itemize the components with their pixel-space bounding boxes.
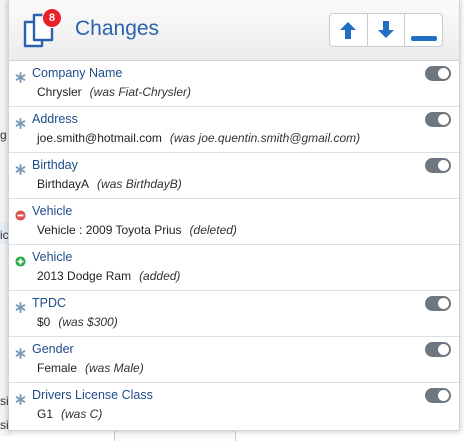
asterisk-icon: [15, 116, 26, 129]
change-detail: Female (was Male): [37, 361, 144, 375]
change-field-label: Company Name: [32, 66, 123, 80]
change-row: Gender Female (was Male): [9, 337, 459, 383]
move-down-button[interactable]: [368, 14, 406, 46]
change-field-label: Drivers License Class: [32, 388, 153, 402]
change-field-label: Vehicle: [32, 250, 73, 264]
accept-change-toggle[interactable]: [425, 342, 451, 357]
change-field-label: Gender: [32, 342, 74, 356]
accept-change-toggle[interactable]: [425, 388, 451, 403]
change-previous-value: (deleted): [189, 223, 237, 237]
change-new-value: G1: [37, 407, 54, 421]
change-previous-value: (was Fiat-Chrysler): [89, 85, 192, 99]
accept-change-toggle[interactable]: [425, 296, 451, 311]
asterisk-icon: [15, 70, 26, 83]
toggle-knob: [438, 68, 449, 79]
change-detail: $0 (was $300): [37, 315, 118, 329]
changes-list: Company Name Chrysler (was Fiat-Chrysler) A…: [9, 61, 459, 428]
change-field-label: Address: [32, 112, 78, 126]
change-detail: Chrysler (was Fiat-Chrysler): [37, 85, 191, 99]
change-detail: BirthdayA (was BirthdayB): [37, 177, 182, 191]
background-text: g: [0, 128, 7, 142]
change-row: Company Name Chrysler (was Fiat-Chrysler): [9, 61, 459, 107]
change-new-value: BirthdayA: [37, 177, 90, 191]
change-row: TPDC $0 (was $300): [9, 291, 459, 337]
change-new-value: Chrysler: [37, 85, 82, 99]
toggle-knob: [438, 344, 449, 355]
change-previous-value: (was $300): [58, 315, 118, 329]
toggle-knob: [438, 114, 449, 125]
change-detail: 2013 Dodge Ram (added): [37, 269, 180, 283]
asterisk-icon: [15, 392, 26, 405]
collapse-button[interactable]: [405, 14, 442, 46]
change-previous-value: (was joe.quentin.smith@gmail.com): [169, 131, 361, 145]
change-field-label: Vehicle: [32, 204, 73, 218]
header-button-group: [329, 13, 443, 47]
change-row: Drivers License Class G1 (was C): [9, 383, 459, 428]
move-up-button[interactable]: [330, 14, 368, 46]
plus-circle-icon: [15, 254, 26, 267]
change-row: Vehicle Vehicle : 2009 Toyota Prius (delet…: [9, 199, 459, 245]
change-count-badge: 8: [42, 8, 62, 28]
asterisk-icon: [15, 346, 26, 359]
change-row: Vehicle 2013 Dodge Ram (added): [9, 245, 459, 291]
arrow-up-icon: [340, 22, 357, 39]
change-row: Birthday BirthdayA (was BirthdayB): [9, 153, 459, 199]
change-previous-value: (was C): [61, 407, 103, 421]
change-new-value: 2013 Dodge Ram: [37, 269, 132, 283]
toggle-knob: [438, 160, 449, 171]
accept-change-toggle[interactable]: [425, 112, 451, 127]
change-new-value: Vehicle : 2009 Toyota Prius: [37, 223, 182, 237]
toggle-knob: [438, 298, 449, 309]
change-new-value: joe.smith@hotmail.com: [37, 131, 162, 145]
accept-change-toggle[interactable]: [425, 158, 451, 173]
change-row: Address joe.smith@hotmail.com (was joe.que…: [9, 107, 459, 153]
arrow-down-icon: [378, 21, 394, 38]
minus-circle-icon: [15, 208, 26, 221]
change-detail: joe.smith@hotmail.com (was joe.quentin.sm…: [37, 131, 360, 145]
toggle-knob: [438, 390, 449, 401]
change-previous-value: (added): [139, 269, 181, 283]
accept-change-toggle[interactable]: [425, 66, 451, 81]
panel-header: 8 Changes: [9, 0, 459, 61]
change-previous-value: (was Male): [85, 361, 144, 375]
change-previous-value: (was BirthdayB): [97, 177, 182, 191]
change-new-value: $0: [37, 315, 51, 329]
change-field-label: TPDC: [32, 296, 67, 310]
change-detail: G1 (was C): [37, 407, 102, 421]
changes-panel: 8 Changes Company Name Chrysler (was Fiat-…: [8, 0, 460, 431]
minus-icon: [410, 36, 437, 41]
page-title: Changes: [75, 17, 160, 40]
change-new-value: Female: [37, 361, 78, 375]
change-field-label: Birthday: [32, 158, 78, 172]
asterisk-icon: [15, 162, 26, 175]
asterisk-icon: [15, 300, 26, 313]
change-detail: Vehicle : 2009 Toyota Prius (deleted): [37, 223, 237, 237]
